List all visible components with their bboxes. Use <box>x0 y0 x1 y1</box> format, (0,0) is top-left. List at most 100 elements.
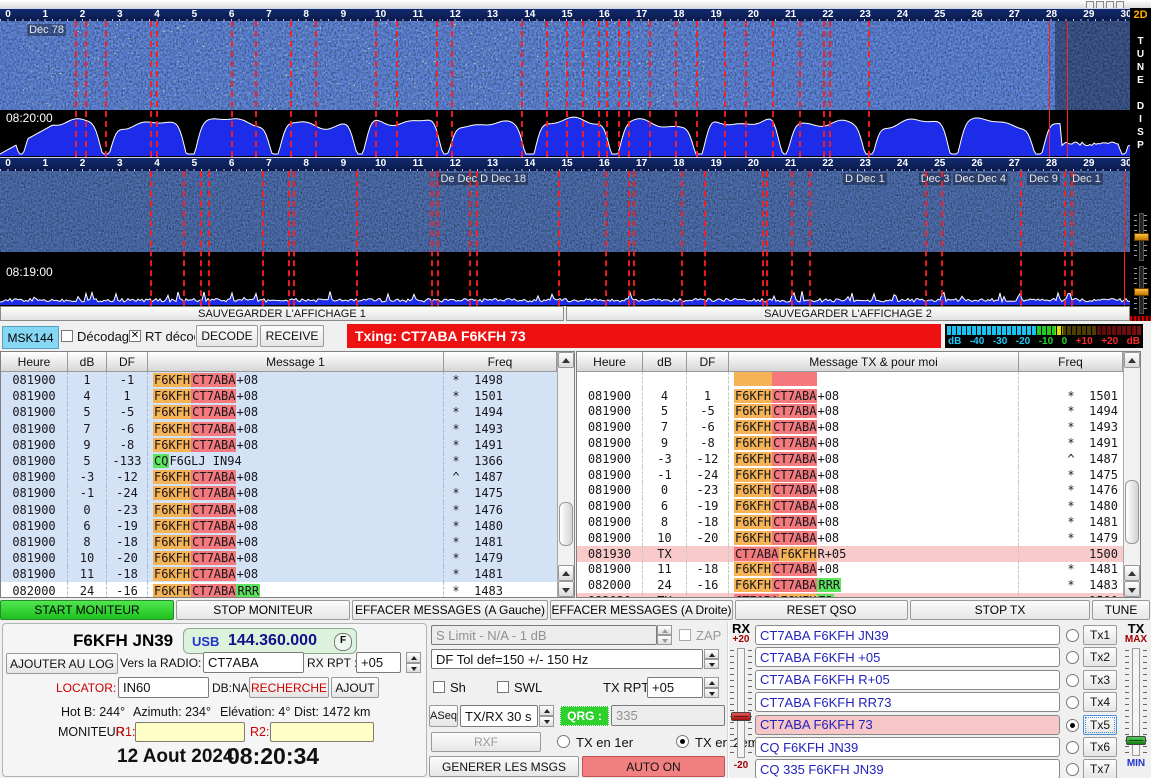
mode-badge-msk144[interactable]: MSK144 <box>2 326 59 349</box>
table-row[interactable]: 0819005-133CQ F6GLJ IN94* 1366 <box>1 453 557 469</box>
table-row[interactable]: 08190011-18F6KFH CT7ABA +08* 1481 <box>1 566 557 582</box>
table-row[interactable]: 0819009-8F6KFH CT7ABA +08* 1491 <box>577 435 1123 451</box>
reset-qso-button[interactable]: RESET QSO <box>735 600 908 620</box>
tx4-button[interactable]: Tx4 <box>1083 692 1117 712</box>
tx-select-radio-3[interactable] <box>1066 674 1079 687</box>
ajout-button[interactable]: AJOUT <box>331 677 379 698</box>
tx-select-radio-1[interactable] <box>1066 629 1079 642</box>
rx-gain-slider[interactable] <box>730 648 752 758</box>
tx-message-input-6[interactable]: CQ F6KFH JN39 <box>755 737 1060 757</box>
swl-checkbox[interactable] <box>497 681 509 693</box>
txrx-period-select[interactable]: TX/RX 30 s <box>460 705 538 727</box>
scroll-down-button[interactable] <box>1124 581 1140 597</box>
table-row[interactable]: 081900-1-24F6KFH CT7ABA +08* 1475 <box>1 485 557 501</box>
tx-select-radio-5[interactable] <box>1066 719 1079 732</box>
locator-input[interactable]: IN60 <box>118 677 209 698</box>
scroll-thumb[interactable] <box>559 502 573 546</box>
table-row[interactable]: 0819001-1F6KFH CT7ABA +08* 1498 <box>1 372 557 388</box>
moniteur-r2-input[interactable] <box>270 722 374 742</box>
table-row[interactable]: 081900-3-12F6KFH CT7ABA +08^ 1487 <box>577 451 1123 467</box>
left-table-scrollbar[interactable] <box>557 352 574 597</box>
sh-checkbox[interactable] <box>433 681 445 693</box>
effacer-messages-gauche-button[interactable]: EFFACER MESSAGES (A Gauche) <box>352 600 548 620</box>
table-row[interactable]: 0819008-18F6KFH CT7ABA +08* 1481 <box>577 514 1123 530</box>
tx-select-radio-6[interactable] <box>1066 741 1079 754</box>
tx5-button[interactable]: Tx5 <box>1083 715 1117 735</box>
txrx-period-spinner[interactable] <box>539 705 554 727</box>
tx3-button[interactable]: Tx3 <box>1083 670 1117 690</box>
table-row[interactable]: 0819000-23F6KFH CT7ABA +08* 1476 <box>1 502 557 518</box>
tx-message-input-4[interactable]: CT7ABA F6KFH RR73 <box>755 692 1060 712</box>
waterfall-panel-1[interactable]: 0123456789101112131415161718192021222324… <box>0 8 1130 157</box>
table-row[interactable]: 0819007-6F6KFH CT7ABA +08* 1493 <box>1 421 557 437</box>
df-tol-field[interactable]: DF Tol def=150 +/- 150 Hz <box>431 649 703 669</box>
table-row[interactable]: 082030TXCT7ABA F6KFH 731500 <box>577 593 1123 597</box>
s-limit-field[interactable]: S Limit - N/A - 1 dB <box>431 625 657 645</box>
start-moniteur-button[interactable]: START MONITEUR <box>0 600 174 620</box>
scroll-up-button[interactable] <box>1124 565 1140 581</box>
mode-2d-label[interactable]: 2D <box>1130 9 1151 21</box>
scroll-thumb[interactable] <box>1125 480 1139 544</box>
table-row[interactable]: 0819005-5F6KFH CT7ABA +08* 1494 <box>1 404 557 420</box>
table-row[interactable]: F6KFH CT7ABA +08 <box>577 372 1123 388</box>
frequency-f-button[interactable]: F <box>334 633 352 651</box>
scroll-up-button[interactable] <box>558 565 574 581</box>
sauvegarder-affichage-2-button[interactable]: SAUVEGARDER L'AFFICHAGE 2 <box>566 306 1130 321</box>
table-row[interactable]: 08200024-16F6KFH CT7ABA RRR* 1483 <box>577 577 1123 593</box>
tune-slider[interactable] <box>1134 213 1147 261</box>
table-row[interactable]: 081930TXCT7ABA F6KFH R+051500 <box>577 546 1123 562</box>
spectrogram-2[interactable]: De Dec D Dec 18D Dec 1Dec 3Dec Dec 4Dec … <box>0 171 1130 252</box>
tx-message-input-7[interactable]: CQ 335 F6KFH JN39 <box>755 759 1060 778</box>
tx1-button[interactable]: Tx1 <box>1083 625 1117 645</box>
messages-table-left[interactable]: HeuredBDFMessage 1Freq 0819001-1F6KFH CT… <box>0 351 575 598</box>
table-row[interactable]: 0819007-6F6KFH CT7ABA +08* 1493 <box>577 419 1123 435</box>
tx-first-radio[interactable] <box>557 735 570 748</box>
auto-on-button[interactable]: AUTO ON <box>582 756 725 777</box>
rx-rpt-spinner[interactable] <box>406 652 421 673</box>
moniteur-r1-input[interactable] <box>135 722 245 742</box>
zap-checkbox[interactable] <box>679 629 691 641</box>
table-row[interactable]: 08190011-18F6KFH CT7ABA +08* 1481 <box>577 562 1123 578</box>
table-row[interactable]: 08190010-20F6KFH CT7ABA +08* 1479 <box>577 530 1123 546</box>
decode-button[interactable]: DECODE <box>196 325 258 347</box>
tx7-button[interactable]: Tx7 <box>1083 759 1117 778</box>
tx-power-slider[interactable] <box>1125 648 1147 756</box>
rx-rpt-value[interactable]: +05 <box>356 652 401 673</box>
recherche-button[interactable]: RECHERCHE <box>249 677 329 698</box>
table-row[interactable]: 081900-3-12F6KFH CT7ABA +08^ 1487 <box>1 469 557 485</box>
effacer-messages-droite-button[interactable]: EFFACER MESSAGES (A Droite) <box>550 600 733 620</box>
tx-message-input-2[interactable]: CT7ABA F6KFH +05 <box>755 647 1060 667</box>
df-tol-spinner[interactable] <box>704 649 719 669</box>
tx-rpt-spinner[interactable] <box>704 677 719 698</box>
table-row[interactable]: 08190010-20F6KFH CT7ABA +08* 1479 <box>1 550 557 566</box>
scroll-up-button[interactable] <box>558 352 574 368</box>
generer-les-msgs-button[interactable]: GENERER LES MSGS <box>429 756 579 777</box>
tx-second-radio[interactable] <box>676 735 689 748</box>
tx-rpt-value[interactable]: +05 <box>647 677 703 698</box>
messages-table-right[interactable]: HeuredBDFMessage TX & pour moiFreq F6KFH… <box>576 351 1141 598</box>
ajouter-au-log-button[interactable]: AJOUTER AU LOG <box>6 653 118 674</box>
disp-slider[interactable] <box>1134 266 1147 314</box>
qrg-value-field[interactable]: 335 <box>611 705 725 726</box>
table-row[interactable]: 0819005-5F6KFH CT7ABA +08* 1494 <box>577 404 1123 420</box>
table-row[interactable]: 0819006-19F6KFH CT7ABA +08* 1480 <box>577 498 1123 514</box>
table-row[interactable]: 08190041F6KFH CT7ABA +08* 1501 <box>1 388 557 404</box>
tx2-button[interactable]: Tx2 <box>1083 647 1117 667</box>
table-row[interactable]: 0819006-19F6KFH CT7ABA +08* 1480 <box>1 518 557 534</box>
table-row[interactable]: 0819009-8F6KFH CT7ABA +08* 1491 <box>1 437 557 453</box>
tx6-button[interactable]: Tx6 <box>1083 737 1117 757</box>
s-limit-spinner[interactable] <box>657 625 672 645</box>
table-row[interactable]: 0819008-18F6KFH CT7ABA +08* 1481 <box>1 534 557 550</box>
tx-message-input-1[interactable]: CT7ABA F6KFH JN39 <box>755 625 1060 645</box>
tx-message-input-3[interactable]: CT7ABA F6KFH R+05 <box>755 670 1060 690</box>
table-row[interactable]: 08190041F6KFH CT7ABA +08* 1501 <box>577 388 1123 404</box>
tune-button[interactable]: TUNE <box>1092 600 1150 620</box>
decodage-checkbox[interactable] <box>61 330 73 342</box>
stop-moniteur-button[interactable]: STOP MONITEUR <box>176 600 350 620</box>
table-row[interactable]: 0819000-23F6KFH CT7ABA +08* 1476 <box>577 483 1123 499</box>
right-table-scrollbar[interactable] <box>1123 352 1140 597</box>
stop-tx-button[interactable]: STOP TX <box>910 600 1090 620</box>
rxf-button[interactable]: RXF <box>431 732 541 752</box>
aseq-button[interactable]: ASeq <box>429 705 458 727</box>
table-row[interactable]: 081900-1-24F6KFH CT7ABA +08* 1475 <box>577 467 1123 483</box>
